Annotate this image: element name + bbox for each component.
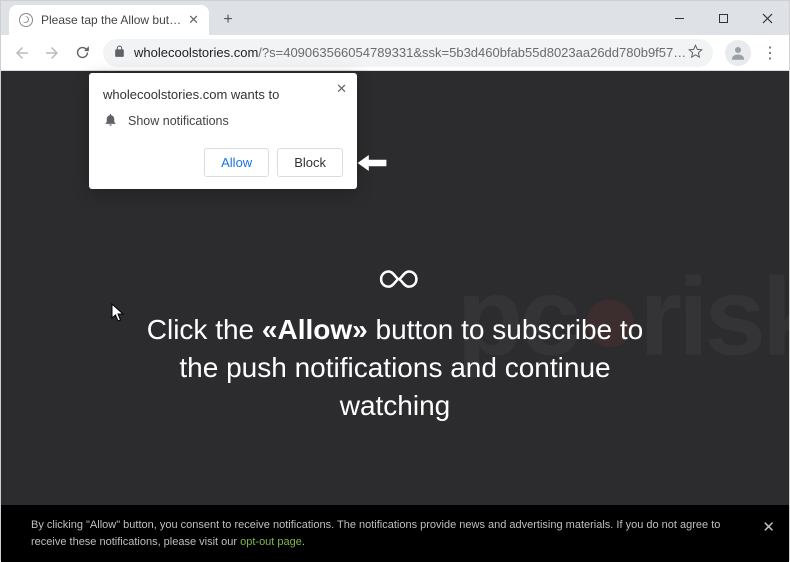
block-button[interactable]: Block [277, 148, 343, 177]
popup-permission-row: Show notifications [103, 112, 343, 130]
new-tab-button[interactable]: + [215, 7, 241, 33]
consent-bar: ✕ By clicking "Allow" button, you consen… [1, 505, 789, 562]
url-path: /?s=409063566054789331&ssk=5b3d460bfab55… [258, 45, 688, 60]
msg-bold: «Allow» [262, 314, 368, 345]
permission-label: Show notifications [128, 114, 229, 128]
title-bar: Please tap the Allow button to co ✕ + [1, 1, 789, 35]
allow-button[interactable]: Allow [204, 148, 269, 177]
lock-icon [113, 45, 126, 61]
notification-permission-popup: ✕ wholecoolstories.com wants to Show not… [89, 73, 357, 189]
msg-prefix: Click the [147, 314, 262, 345]
close-window-button[interactable] [745, 1, 789, 35]
infinity-icon [367, 251, 423, 312]
globe-icon [19, 13, 33, 27]
back-button[interactable] [7, 38, 37, 68]
consent-after: . [302, 536, 305, 548]
toolbar: wholecoolstories.com /?s=409063566054789… [1, 35, 789, 71]
bookmark-icon[interactable] [688, 44, 703, 62]
bell-icon [103, 112, 118, 130]
cursor-icon [111, 303, 125, 328]
tab-title: Please tap the Allow button to co [41, 13, 182, 27]
popup-title: wholecoolstories.com wants to [103, 87, 343, 102]
main-message: Click the «Allow» button to subscribe to… [125, 311, 665, 424]
close-icon[interactable]: ✕ [336, 81, 347, 97]
close-icon[interactable]: ✕ [762, 517, 775, 540]
address-bar[interactable]: wholecoolstories.com /?s=409063566054789… [103, 39, 713, 67]
reload-button[interactable] [67, 38, 97, 68]
arrow-left-icon [356, 153, 388, 178]
close-tab-icon[interactable]: ✕ [188, 12, 199, 28]
menu-button[interactable]: ⋮ [757, 43, 783, 63]
page-content: pc●risk Click the «Allow» button to subs… [1, 71, 789, 562]
window-controls [657, 1, 789, 35]
consent-text: By clicking "Allow" button, you consent … [31, 519, 720, 548]
browser-tab[interactable]: Please tap the Allow button to co ✕ [9, 5, 209, 35]
opt-out-link[interactable]: opt-out page [240, 536, 302, 548]
maximize-button[interactable] [701, 1, 745, 35]
forward-button[interactable] [37, 38, 67, 68]
minimize-button[interactable] [657, 1, 701, 35]
profile-avatar[interactable] [725, 40, 751, 66]
url-domain: wholecoolstories.com [134, 45, 258, 60]
